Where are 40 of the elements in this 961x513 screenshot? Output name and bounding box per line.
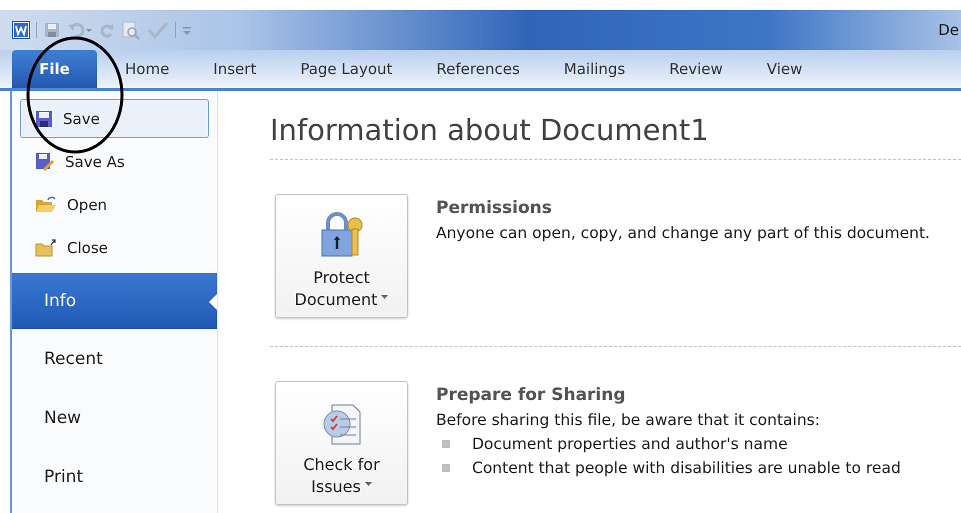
spelling-check-icon[interactable]: [147, 20, 169, 40]
section-text: Before sharing this file, be aware that it contains:: [436, 411, 821, 429]
page-heading: Information about Document1: [270, 113, 961, 160]
menu-item[interactable]: Save: [20, 99, 209, 138]
dropdown-button[interactable]: Protect Document: [275, 194, 408, 318]
ribbon-tab[interactable]: Mailings: [564, 60, 626, 88]
customize-menu-icon[interactable]: [182, 24, 192, 36]
bullet-icon: [442, 464, 450, 472]
open-folder-icon: [35, 196, 57, 214]
ribbon-tab[interactable]: View: [766, 60, 802, 88]
menu-item[interactable]: Close: [20, 228, 209, 267]
ribbon-tab[interactable]: Review: [669, 60, 723, 88]
section-title: Prepare for Sharing: [436, 385, 627, 405]
ribbon-tab[interactable]: Insert: [213, 60, 256, 88]
ribbon-tab[interactable]: References: [436, 60, 520, 88]
dropdown-button[interactable]: Check for Issues: [275, 381, 408, 505]
ribbon-tab[interactable]: Page Layout: [300, 60, 392, 88]
backstage-tab[interactable]: Recent: [12, 329, 217, 388]
word-logo-icon[interactable]: [12, 21, 30, 39]
ribbon-tab[interactable]: File: [12, 50, 97, 88]
caret-icon: [381, 294, 388, 299]
section-text: Anyone can open, copy, and change any part of this document.: [436, 224, 930, 242]
ribbon-tab[interactable]: Home: [125, 60, 170, 88]
backstage-tab[interactable]: Print: [12, 447, 217, 506]
bullet-icon: [442, 440, 450, 448]
backstage-tab[interactable]: New: [12, 388, 217, 447]
caret-icon: [364, 482, 372, 486]
floppy-pencil-icon: [35, 152, 55, 172]
folder-icon: [35, 238, 57, 256]
bullet-text: Document properties and author's name: [472, 435, 788, 453]
bullet-text: Content that people with disabilities are unable to read: [472, 459, 901, 477]
menu-item[interactable]: Save As: [20, 142, 209, 181]
redo-icon[interactable]: [99, 21, 115, 39]
save-icon[interactable]: [43, 21, 61, 39]
undo-icon[interactable]: [67, 21, 93, 39]
section-title: Permissions: [436, 198, 553, 218]
menu-item[interactable]: Open: [20, 185, 209, 224]
print-preview-icon[interactable]: [121, 20, 141, 40]
window-title: De: [938, 21, 960, 39]
backstage-tab[interactable]: Info: [12, 273, 217, 329]
